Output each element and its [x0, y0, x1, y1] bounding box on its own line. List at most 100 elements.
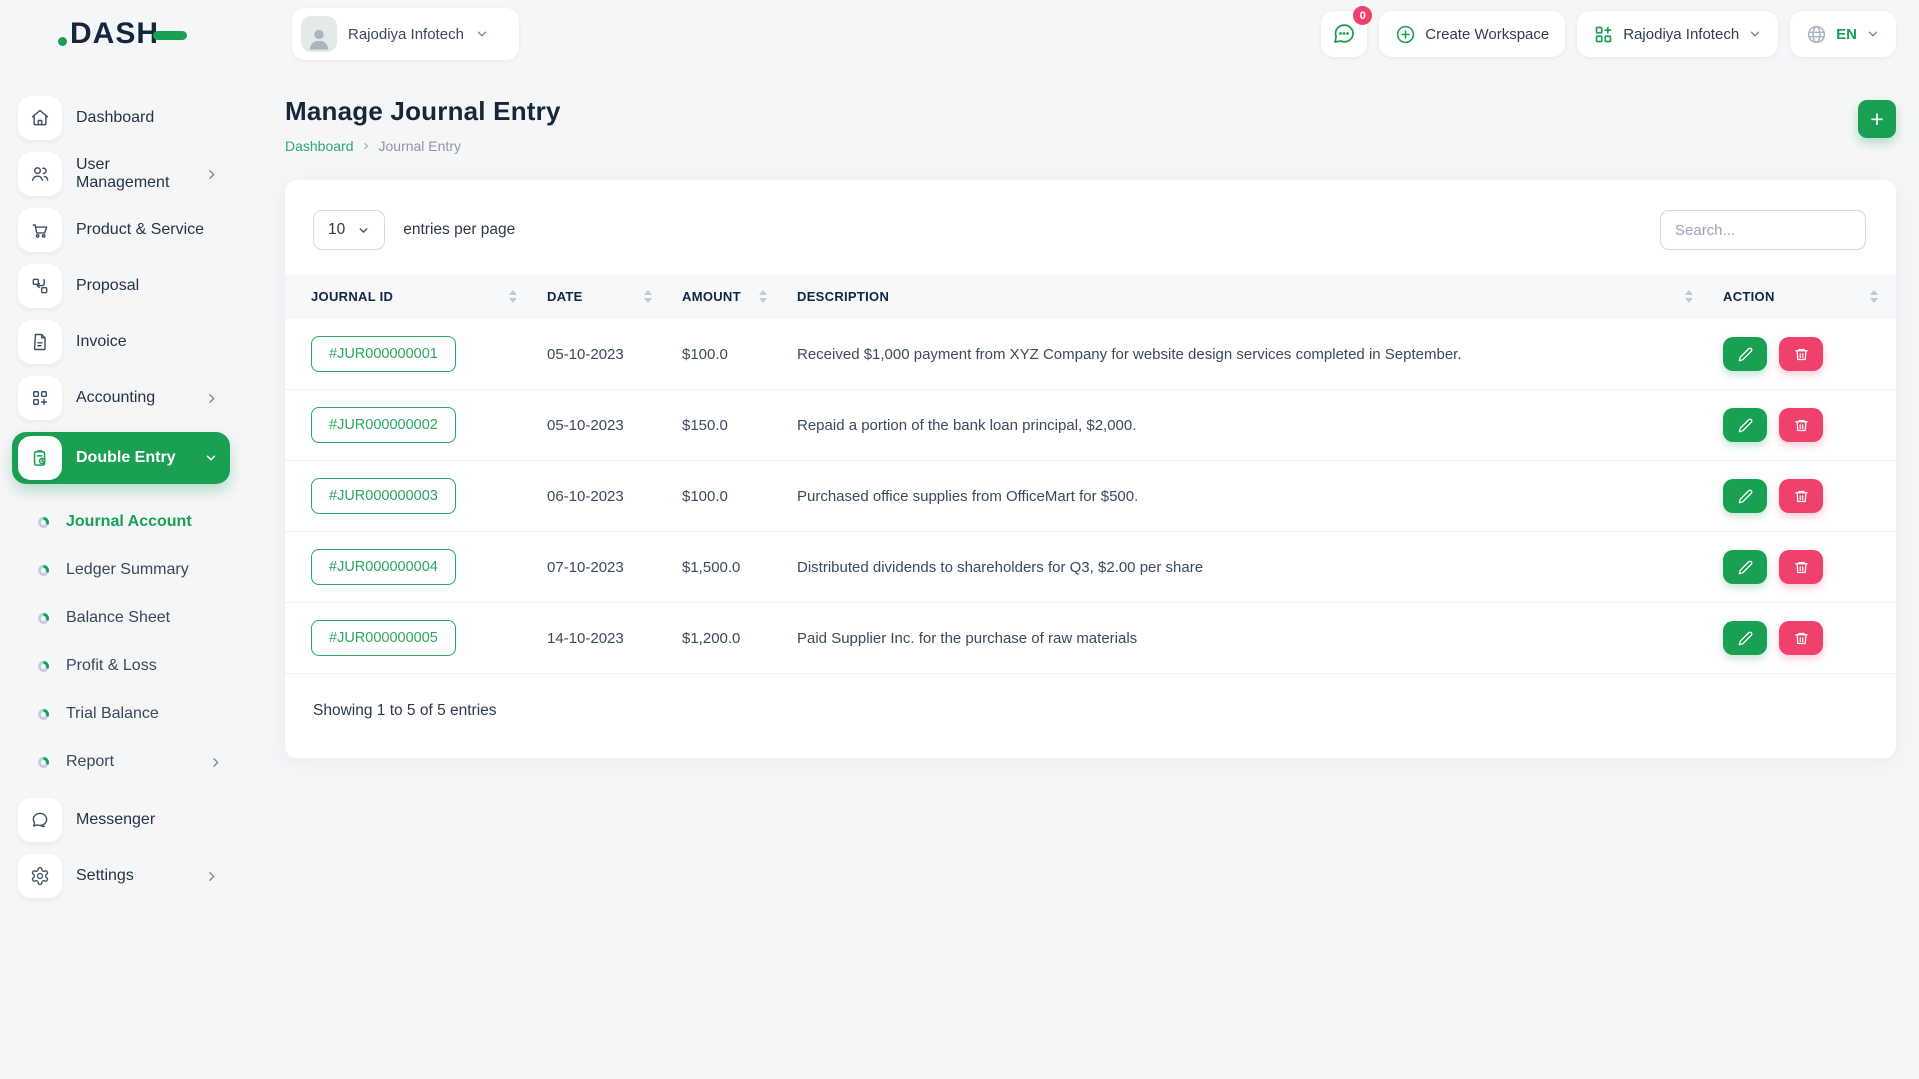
sidebar-subitem-balance-sheet[interactable]: Balance Sheet — [0, 594, 240, 642]
sidebar-item-accounting[interactable]: Accounting — [18, 376, 230, 420]
trash-icon — [1794, 561, 1808, 573]
sidebar-subitem-label: Journal Account — [66, 513, 192, 530]
breadcrumb-separator-icon: › — [363, 137, 369, 154]
edit-button[interactable] — [1723, 408, 1767, 442]
create-journal-entry-button[interactable]: + — [1858, 100, 1896, 138]
sidebar-item-invoice[interactable]: Invoice — [18, 320, 230, 364]
table-header-row: JOURNAL ID DATE AMOUNT DESCRIPTION ACTIO… — [285, 274, 1896, 319]
chevron-down-icon — [1866, 27, 1880, 41]
topbar: DASH Rajodiya Infotech 0 Create Workspac… — [0, 0, 1919, 68]
company-dropdown[interactable]: Rajodiya Infotech — [1577, 11, 1779, 57]
table-row: #JUR000000004 07-10-2023 $1,500.0 Distri… — [285, 531, 1896, 603]
messages-button[interactable]: 0 — [1321, 6, 1373, 57]
sidebar-item-label: Product & Service — [76, 221, 205, 238]
home-icon — [18, 96, 62, 140]
breadcrumb-dashboard-link[interactable]: Dashboard — [285, 138, 354, 154]
journal-id-badge[interactable]: #JUR000000001 — [311, 336, 456, 372]
amount-cell: $100.0 — [682, 345, 728, 363]
language-dropdown[interactable]: EN — [1790, 11, 1896, 57]
journal-id-badge[interactable]: #JUR000000005 — [311, 620, 456, 656]
create-workspace-button[interactable]: Create Workspace — [1379, 11, 1566, 57]
sidebar-subitem-trial-balance[interactable]: Trial Balance — [0, 690, 240, 738]
column-header-date[interactable]: DATE — [535, 274, 670, 319]
trash-icon — [1794, 490, 1808, 502]
column-header-journal-id[interactable]: JOURNAL ID — [285, 274, 535, 319]
sort-icon — [644, 290, 658, 303]
create-workspace-label: Create Workspace — [1425, 25, 1550, 43]
sidebar-item-messenger[interactable]: Messenger — [18, 798, 230, 842]
brand-logo[interactable]: DASH — [58, 17, 188, 51]
sidebar-item-dashboard[interactable]: Dashboard — [18, 96, 230, 140]
sidebar-item-user-management[interactable]: User Management — [18, 152, 230, 196]
description-cell: Purchased office supplies from OfficeMar… — [785, 460, 1711, 532]
sidebar-item-label: Settings — [76, 867, 134, 884]
sidebar-subitem-label: Report — [66, 753, 115, 770]
sidebar-item-label: Invoice — [76, 333, 127, 350]
delete-button[interactable] — [1779, 337, 1823, 371]
search-input[interactable] — [1660, 210, 1866, 250]
globe-icon — [1808, 25, 1826, 43]
edit-button[interactable] — [1723, 337, 1767, 371]
amount-cell: $1,500.0 — [670, 531, 785, 603]
journal-entries-card: 10 entries per page JOURNAL ID DATE AMOU… — [285, 180, 1896, 758]
workspace-grid-icon — [1595, 26, 1612, 42]
topbar-actions: 0 Create Workspace Rajodiya Infotech EN — [1321, 6, 1919, 57]
delete-button[interactable] — [1779, 621, 1823, 655]
edit-button[interactable] — [1723, 479, 1767, 513]
delete-button[interactable] — [1779, 408, 1823, 442]
delete-button[interactable] — [1779, 550, 1823, 584]
logo-dot-icon — [58, 36, 67, 46]
pencil-icon — [1738, 631, 1752, 645]
sidebar-item-product-service[interactable]: Product & Service — [18, 208, 230, 252]
sidebar-subitem-journal-account[interactable]: Journal Account — [0, 498, 240, 546]
company-name: Rajodiya Infotech — [1623, 25, 1740, 43]
sidebar-item-proposal[interactable]: Proposal — [18, 264, 230, 308]
sidebar-subitem-profit-loss[interactable]: Profit & Loss — [0, 642, 240, 690]
sidebar-item-double-entry[interactable]: Double Entry — [12, 432, 230, 484]
table-row: #JUR000000005 14-10-2023 $1,200.0 Paid S… — [285, 602, 1896, 674]
date-cell: 07-10-2023 — [535, 531, 670, 603]
trash-icon — [1794, 632, 1808, 644]
sidebar-subitem-label: Ledger Summary — [66, 561, 189, 578]
messages-count-badge: 0 — [1353, 6, 1373, 25]
sidebar-item-label: Accounting — [76, 389, 156, 406]
edit-button[interactable] — [1723, 621, 1767, 655]
proposal-icon — [18, 264, 62, 308]
sort-icon — [759, 290, 773, 303]
avatar — [301, 16, 337, 52]
table-row: #JUR000000002 05-10-2023 $150.0 Repaid a… — [285, 389, 1896, 461]
brand-name: DASH — [70, 17, 160, 50]
bullet-icon — [38, 564, 49, 576]
column-header-description[interactable]: DESCRIPTION — [785, 274, 1711, 319]
gear-icon — [18, 854, 62, 898]
breadcrumb: Dashboard › Journal Entry — [285, 137, 561, 154]
journal-id-badge[interactable]: #JUR000000003 — [311, 478, 456, 514]
chevron-right-icon — [205, 392, 218, 405]
table-controls: 10 entries per page — [285, 180, 1896, 274]
delete-button[interactable] — [1779, 479, 1823, 513]
chevron-right-icon — [205, 168, 218, 181]
sidebar-item-settings[interactable]: Settings — [18, 854, 230, 898]
column-header-amount[interactable]: AMOUNT — [670, 274, 785, 319]
journal-id-badge[interactable]: #JUR000000004 — [311, 549, 456, 585]
sidebar-subitem-ledger-summary[interactable]: Ledger Summary — [0, 546, 240, 594]
chevron-down-icon — [359, 227, 368, 233]
accounting-grid-icon — [18, 376, 62, 420]
sidebar-subitem-label: Profit & Loss — [66, 657, 157, 674]
sidebar-subitem-report[interactable]: Report — [0, 738, 240, 786]
column-header-action[interactable]: ACTION — [1711, 274, 1896, 319]
pencil-icon — [1738, 489, 1752, 503]
pencil-icon — [1738, 347, 1752, 361]
workspace-user-dropdown[interactable]: Rajodiya Infotech — [292, 8, 519, 60]
table-row: #JUR000000003 06-10-2023 $100.0 Purchase… — [285, 460, 1896, 532]
sidebar: Dashboard User Management Product & Serv… — [0, 68, 240, 1079]
sidebar-item-label: User Management — [76, 156, 170, 191]
trash-icon — [1794, 419, 1808, 431]
description-cell: Distributed dividends to shareholders fo… — [785, 531, 1711, 603]
entries-per-page-select[interactable]: 10 — [313, 210, 386, 250]
journal-id-badge[interactable]: #JUR000000002 — [311, 407, 456, 443]
description-cell: Repaid a portion of the bank loan princi… — [785, 389, 1711, 461]
date-cell: 05-10-2023 — [535, 389, 670, 461]
description-cell: Received $1,000 payment from XYZ Company… — [797, 345, 1462, 363]
edit-button[interactable] — [1723, 550, 1767, 584]
